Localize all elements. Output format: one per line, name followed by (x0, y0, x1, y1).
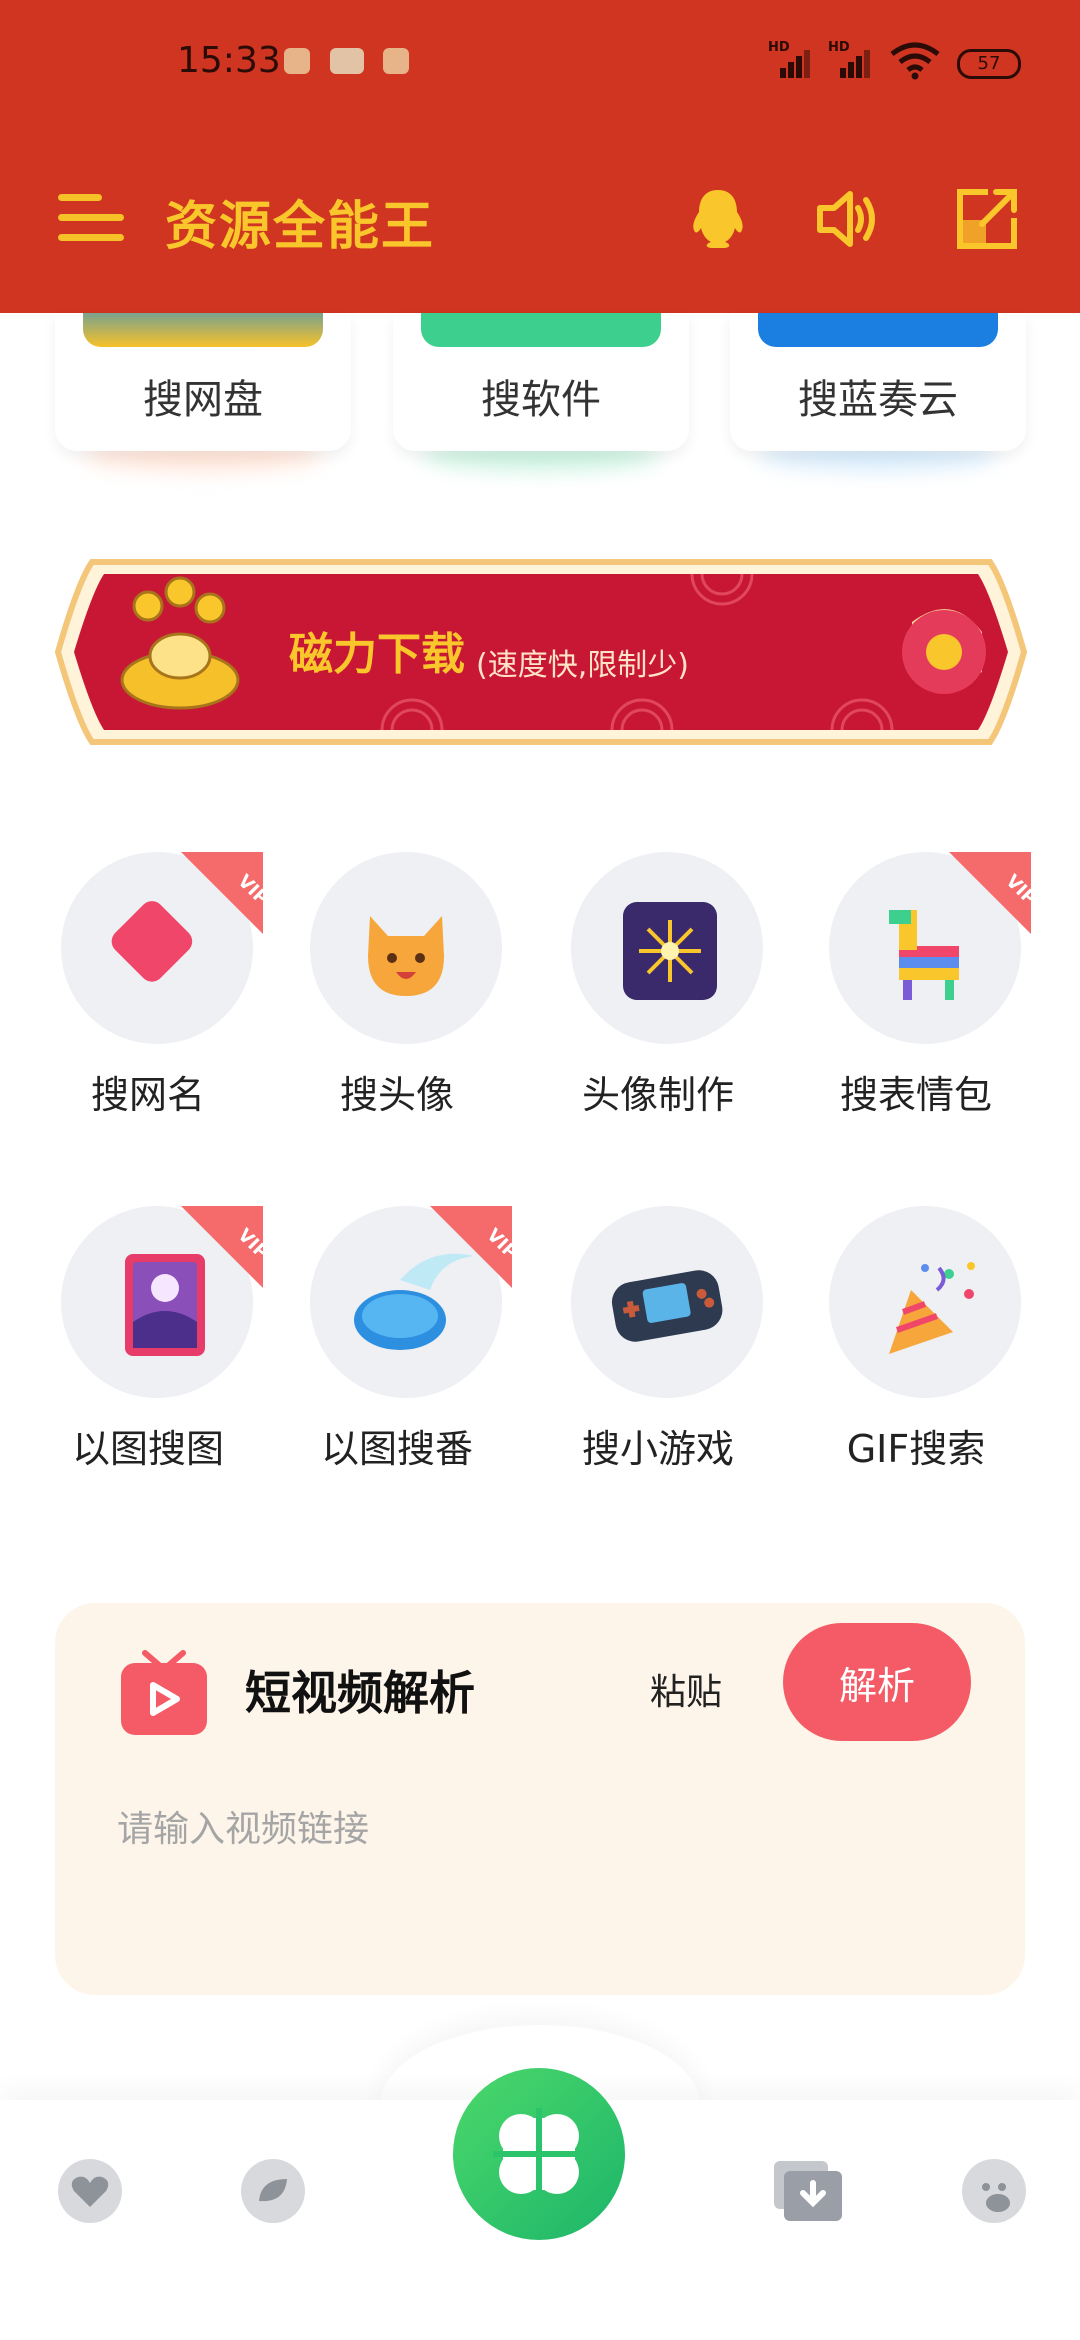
wifi-icon (890, 42, 940, 80)
party-popper-icon (889, 1262, 975, 1354)
banner-subtitle: (速度快,限制少) (476, 648, 689, 683)
app-header: 15:33 HD HD 57 资源全能王 (0, 0, 1080, 313)
status-bar: 15:33 HD HD 57 (0, 0, 1080, 120)
status-time: 15:33 (177, 40, 281, 81)
grid-label: 搜小游戏 (581, 1427, 734, 1471)
short-video-title: 短视频解析 (245, 1666, 475, 1720)
short-video-parser: 短视频解析 粘贴 解析 (55, 1603, 1025, 1995)
grid-label: 搜网名 (90, 1073, 205, 1117)
tv-play-icon (121, 1650, 207, 1735)
video-link-input[interactable] (115, 1798, 969, 1860)
game-console-icon (611, 1270, 723, 1342)
vip-badge: VIP (181, 852, 263, 934)
pig-icon[interactable] (960, 2157, 1028, 2225)
notification-icon (284, 48, 310, 74)
lanzou-art (758, 313, 998, 347)
cell-signal-icon: HD (828, 40, 874, 78)
qq-penguin-icon[interactable] (683, 184, 753, 254)
leaf-icon[interactable] (239, 2157, 307, 2225)
search-stickers-button[interactable]: VIP 搜表情包 (811, 852, 1031, 1117)
parse-button[interactable]: 解析 (783, 1623, 971, 1741)
grid-label: 以图搜图 (71, 1427, 224, 1471)
download-icon[interactable] (772, 2157, 846, 2225)
paste-button[interactable]: 粘贴 (650, 1663, 722, 1715)
search-lanzou-label: 搜蓝奏云 (798, 377, 958, 423)
grid-label: 搜表情包 (839, 1073, 992, 1117)
notification-icon (330, 48, 364, 74)
grid-label: 以图搜番 (320, 1427, 473, 1471)
software-art (421, 313, 661, 347)
menu-button[interactable] (58, 190, 124, 246)
home-clover-button[interactable] (453, 2068, 625, 2240)
sparkler-icon (623, 902, 717, 1000)
grid-label: 头像制作 (581, 1073, 734, 1117)
clover-icon (493, 2108, 585, 2200)
sound-icon[interactable] (812, 184, 882, 254)
search-netdisk-card[interactable]: 搜网盘 (55, 313, 351, 451)
grid-label: 搜头像 (339, 1073, 454, 1117)
image-search-button[interactable]: VIP 以图搜图 (43, 1206, 263, 1471)
avatar-maker-button[interactable]: 头像制作 (553, 852, 763, 1117)
search-lanzou-card[interactable]: 搜蓝奏云 (730, 313, 1026, 451)
gif-search-button[interactable]: GIF搜索 (811, 1206, 1021, 1471)
cat-icon (368, 916, 444, 996)
search-software-card[interactable]: 搜软件 (393, 313, 689, 451)
search-mini-games-button[interactable]: 搜小游戏 (553, 1206, 763, 1471)
app-bar: 资源全能王 (0, 170, 1080, 270)
cell-signal-icon: HD (768, 40, 814, 78)
app-title: 资源全能王 (165, 197, 436, 257)
share-icon[interactable] (952, 184, 1022, 254)
search-netdisk-label: 搜网盘 (143, 377, 263, 423)
banner-title: 磁力下载 (289, 629, 465, 680)
vip-badge: VIP (181, 1206, 263, 1288)
vip-badge: VIP (949, 852, 1031, 934)
heart-icon[interactable] (56, 2157, 124, 2225)
anime-search-button[interactable]: VIP 以图搜番 (292, 1206, 512, 1471)
grid-label: GIF搜索 (846, 1427, 986, 1471)
search-software-label: 搜软件 (481, 377, 601, 423)
vip-badge: VIP (430, 1206, 512, 1288)
battery-indicator: 57 (957, 49, 1021, 79)
netdisk-art (83, 313, 323, 347)
search-avatar-button[interactable]: 搜头像 (292, 852, 502, 1117)
search-nickname-button[interactable]: VIP 搜网名 (43, 852, 263, 1117)
notification-icon (383, 48, 409, 74)
